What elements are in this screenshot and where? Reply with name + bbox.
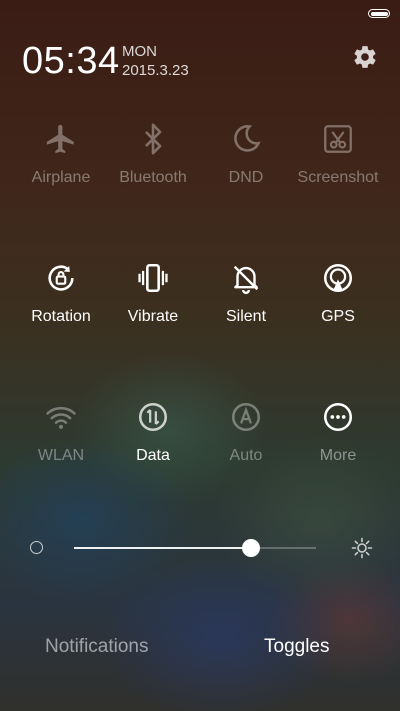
battery-icon (368, 9, 390, 18)
tab-notifications[interactable]: Notifications (45, 636, 149, 658)
more-dots-icon (323, 402, 353, 432)
toggle-gps[interactable]: GPS (288, 261, 388, 326)
toggle-rotation[interactable]: Rotation (11, 261, 111, 326)
location-icon (323, 263, 353, 293)
clock: 05:34 (22, 40, 120, 82)
toggle-airplane[interactable]: Airplane (11, 122, 111, 187)
moon-icon (234, 125, 261, 152)
auto-brightness-icon (231, 402, 261, 432)
toggle-label: Auto (229, 447, 263, 464)
brightness-control (0, 533, 400, 563)
toggle-wlan[interactable]: WLAN (11, 400, 111, 465)
date-block: MON 2015.3.23 (122, 42, 189, 80)
data-arrows-icon (138, 402, 168, 432)
brightness-slider-fill (74, 547, 251, 549)
toggle-data[interactable]: Data (103, 400, 203, 465)
header: 05:34 MON 2015.3.23 (22, 40, 378, 90)
brightness-high-icon (351, 537, 373, 559)
toggle-label: More (319, 447, 357, 464)
airplane-icon (46, 124, 74, 154)
tab-toggles[interactable]: Toggles (264, 636, 330, 658)
bluetooth-icon (145, 123, 162, 155)
gear-icon (354, 46, 376, 68)
bottom-tabs: Notifications Toggles (0, 636, 400, 660)
toggle-row-3: WLAN Data Auto More (0, 400, 400, 480)
day-of-week: MON (122, 43, 157, 60)
toggle-bluetooth[interactable]: Bluetooth (103, 122, 203, 187)
rotation-lock-icon (48, 265, 74, 291)
scissors-icon (324, 125, 352, 153)
toggle-label: Bluetooth (119, 169, 187, 186)
wifi-icon (46, 406, 76, 429)
brightness-slider-thumb[interactable] (241, 539, 260, 557)
brightness-slider[interactable] (74, 539, 316, 557)
settings-button[interactable] (352, 44, 378, 70)
toggle-label: Airplane (31, 169, 91, 186)
toggle-label: WLAN (37, 447, 85, 464)
brightness-low-icon (30, 541, 43, 554)
toggle-label: Data (136, 447, 170, 464)
toggle-screenshot[interactable]: Screenshot (288, 122, 388, 187)
toggle-row-2: Rotation Vibrate Silent GPS (0, 261, 400, 341)
vibrate-icon (138, 263, 168, 293)
toggle-silent[interactable]: Silent (196, 261, 296, 326)
toggle-vibrate[interactable]: Vibrate (103, 261, 203, 326)
toggle-label: Screenshot (297, 169, 379, 186)
toggle-label: DND (228, 169, 264, 186)
date: 2015.3.23 (122, 62, 189, 79)
toggle-label: GPS (321, 308, 355, 325)
battery-fill (370, 11, 388, 16)
toggle-label: Vibrate (127, 308, 179, 325)
toggle-label: Silent (225, 308, 267, 325)
bell-off-icon (233, 265, 259, 295)
toggle-dnd[interactable]: DND (196, 122, 296, 187)
toggle-auto[interactable]: Auto (196, 400, 296, 465)
toggle-label: Rotation (31, 308, 91, 325)
toggle-row-1: Airplane Bluetooth DND Screenshot (0, 122, 400, 202)
toggle-more[interactable]: More (288, 400, 388, 465)
